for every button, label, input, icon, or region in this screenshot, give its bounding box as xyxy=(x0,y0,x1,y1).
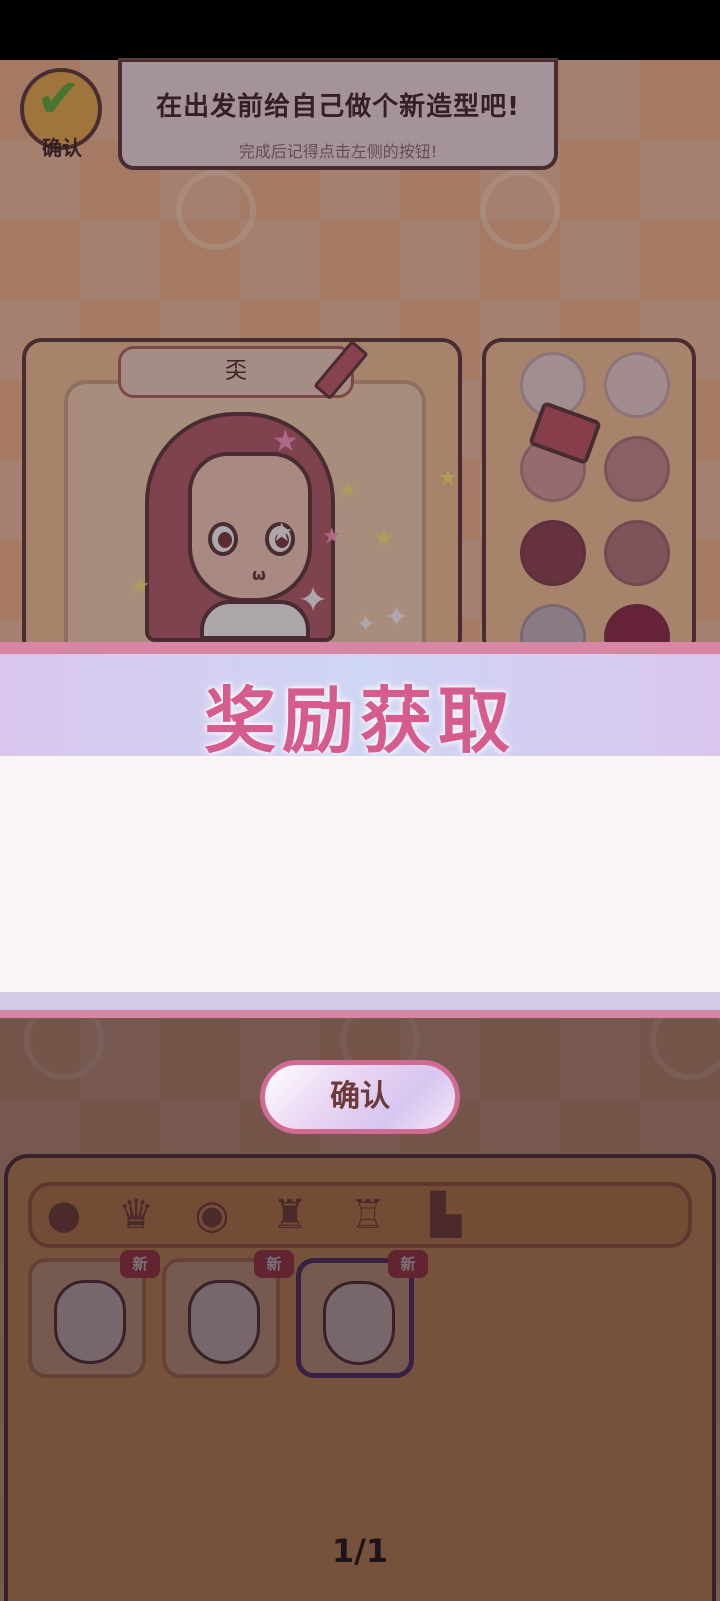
confirm-button[interactable]: 确认 xyxy=(260,1060,460,1134)
reward-border-top xyxy=(0,642,720,654)
reward-title: 奖励获取 xyxy=(203,679,516,763)
reward-content xyxy=(0,756,720,992)
reward-border-bottom xyxy=(0,992,720,1018)
status-bar xyxy=(0,0,720,60)
